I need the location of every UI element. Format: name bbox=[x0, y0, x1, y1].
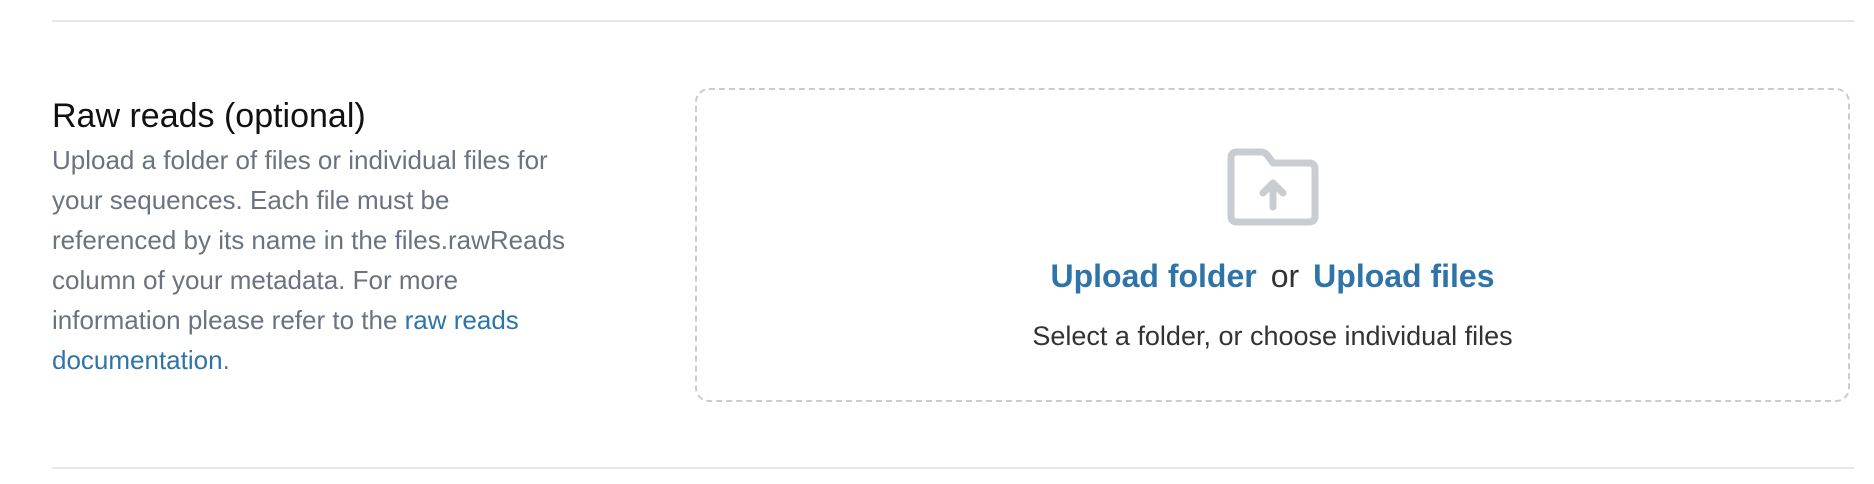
upload-files-button[interactable]: Upload files bbox=[1313, 258, 1494, 294]
file-drop-zone[interactable]: Upload folder or Upload files Select a fol… bbox=[695, 88, 1850, 402]
drop-zone-hint: Select a folder, or choose individual fi… bbox=[1032, 321, 1513, 351]
description-suffix: . bbox=[222, 345, 230, 375]
bottom-divider bbox=[52, 467, 1854, 469]
upload-actions: Upload folder or Upload files bbox=[697, 256, 1848, 296]
top-divider bbox=[52, 20, 1854, 22]
section-title: Raw reads (optional) bbox=[52, 97, 366, 135]
page: Raw reads (optional) Upload a folder of … bbox=[0, 0, 1874, 484]
section-info: Raw reads (optional) Upload a folder of … bbox=[52, 94, 572, 380]
section-description: Upload a folder of files or individual f… bbox=[52, 140, 572, 380]
folder-upload-icon bbox=[1227, 148, 1318, 226]
or-separator: or bbox=[1270, 258, 1300, 294]
upload-folder-button[interactable]: Upload folder bbox=[1050, 258, 1256, 294]
raw-reads-section: Raw reads (optional) Upload a folder of … bbox=[52, 88, 1854, 408]
